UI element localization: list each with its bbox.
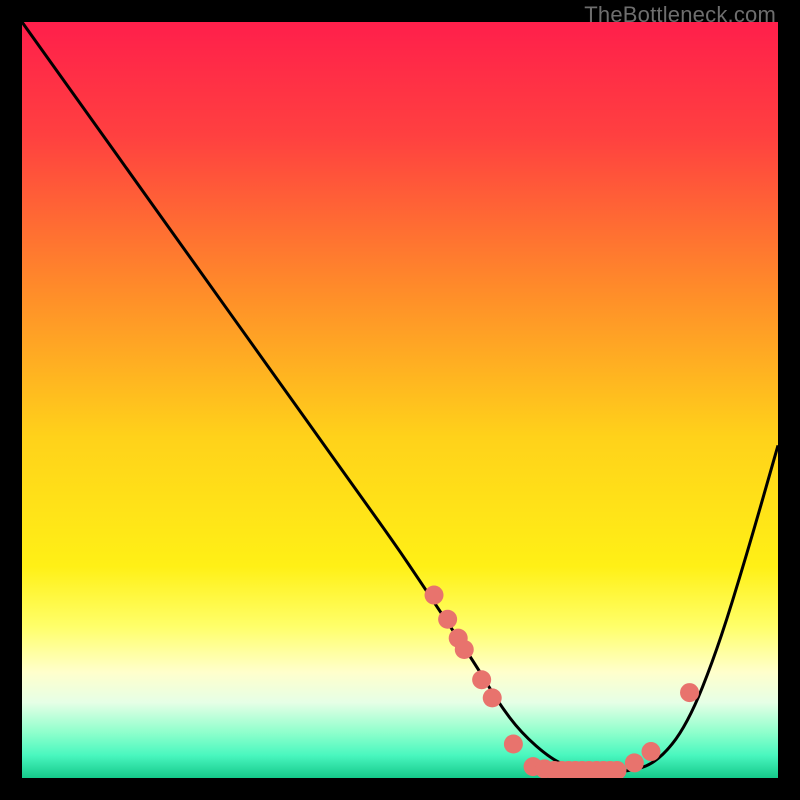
data-marker [641, 742, 660, 761]
data-marker [680, 683, 699, 702]
data-marker [472, 670, 491, 689]
chart-frame [22, 22, 778, 778]
bottleneck-chart [22, 22, 778, 778]
data-marker [483, 688, 502, 707]
data-marker [438, 610, 457, 629]
data-marker [504, 734, 523, 753]
gradient-background [22, 22, 778, 778]
data-marker [425, 586, 444, 605]
data-marker [455, 640, 474, 659]
data-marker [625, 753, 644, 772]
